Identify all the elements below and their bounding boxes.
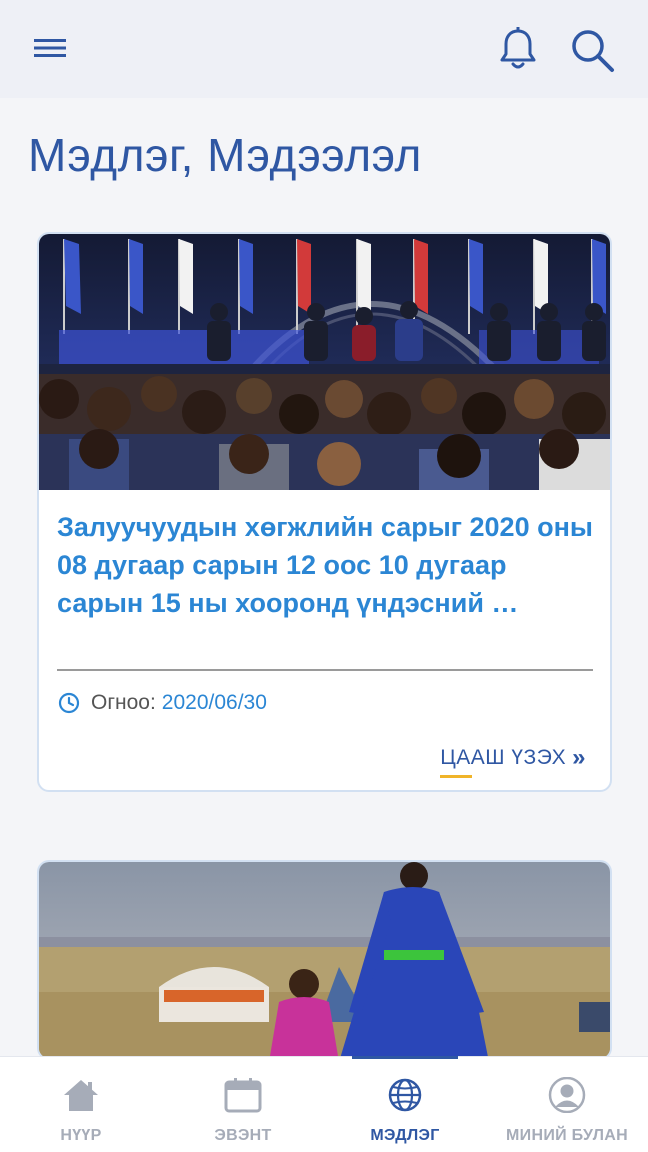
bell-icon[interactable] (496, 26, 540, 72)
nav-home[interactable]: НҮҮР (0, 1057, 162, 1152)
nav-knowledge-label: МЭДЛЭГ (370, 1127, 440, 1144)
nav-event[interactable]: ЭВЭНТ (162, 1057, 324, 1152)
top-app-bar (0, 0, 648, 98)
globe-icon (388, 1078, 422, 1112)
hamburger-menu-icon[interactable] (30, 30, 70, 66)
article-image[interactable] (39, 234, 610, 490)
read-more-link[interactable]: ЦААШ ҮЗЭХ » (440, 744, 586, 778)
nav-my-corner[interactable]: МИНИЙ БУЛАН (486, 1057, 648, 1152)
article-card[interactable]: Залуучуудын хөгжлийн сарыг 2020 оны 08 д… (37, 232, 612, 792)
article-title[interactable]: Залуучуудын хөгжлийн сарыг 2020 оны 08 д… (57, 508, 597, 622)
user-avatar-icon (548, 1077, 586, 1113)
steppe-ger-family-photo (39, 862, 610, 1058)
nav-my-corner-label: МИНИЙ БУЛАН (506, 1127, 628, 1144)
double-chevron-right-icon: » (572, 744, 586, 771)
active-tab-indicator (352, 1056, 458, 1059)
nav-event-label: ЭВЭНТ (214, 1127, 272, 1144)
page-title: Мэдлэг, Мэдээлэл (28, 129, 422, 181)
nav-knowledge[interactable]: МЭДЛЭГ (324, 1056, 486, 1152)
nav-home-label: НҮҮР (60, 1127, 102, 1144)
read-more-underline (440, 775, 473, 778)
article-card[interactable] (37, 860, 612, 1060)
article-date: Огноо: 2020/06/30 (57, 690, 267, 716)
clock-icon (58, 692, 80, 714)
article-image[interactable] (39, 862, 610, 1058)
search-icon[interactable] (568, 26, 616, 74)
bottom-navigation: НҮҮР ЭВЭНТ МЭДЛЭГ МИНИЙ БУЛАН (0, 1056, 648, 1152)
calendar-icon (224, 1078, 262, 1113)
date-label: Огноо: (91, 691, 156, 714)
conference-audience-photo (39, 234, 610, 490)
divider (57, 669, 593, 671)
date-value: 2020/06/30 (161, 691, 267, 714)
home-icon (64, 1080, 98, 1111)
read-more-label: ЦААШ ҮЗЭХ (440, 746, 567, 769)
